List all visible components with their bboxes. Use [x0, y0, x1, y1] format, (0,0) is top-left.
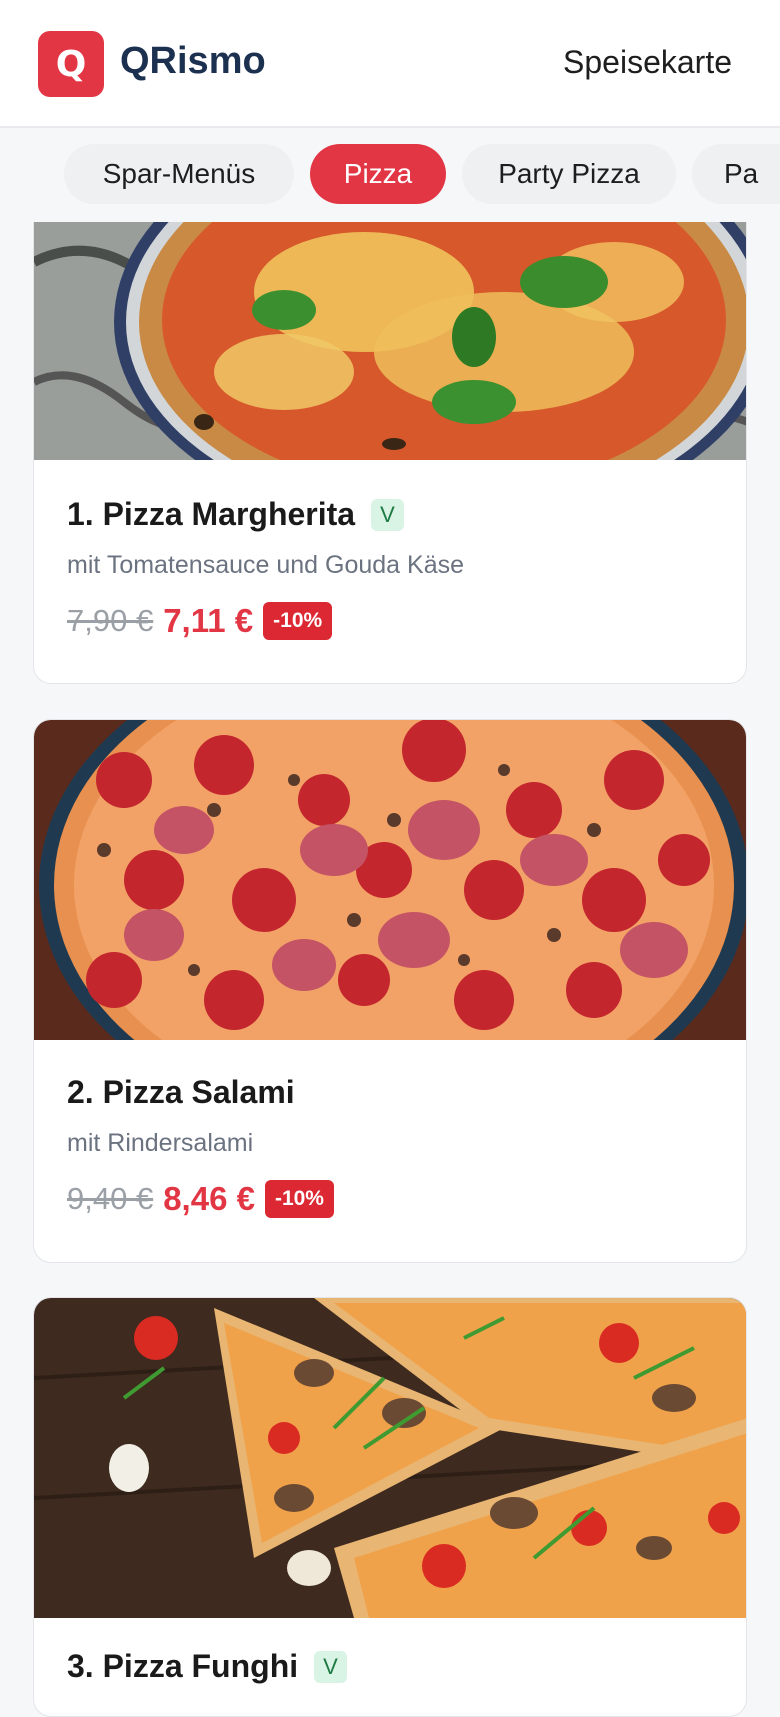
menu-nav-link[interactable]: Speisekarte — [563, 44, 732, 81]
discount-badge: -10% — [263, 602, 333, 640]
vegetarian-badge: V — [371, 498, 404, 531]
app-logo[interactable]: Q — [38, 31, 104, 97]
old-price: 7,90 € — [67, 603, 154, 638]
old-price: 9,40 € — [67, 1181, 154, 1216]
menu-item-card[interactable]: 1. Pizza Margherita V mit Tomatensauce u… — [33, 222, 747, 684]
pizza-margherita-image — [34, 222, 746, 460]
category-tabs[interactable]: Spar-Menüs Pizza Party Pizza Pa — [0, 128, 780, 222]
sale-price: 8,46 € — [163, 1180, 255, 1217]
item-description: mit Tomatensauce und Gouda Käse — [67, 551, 465, 579]
menu-item-card[interactable]: 3. Pizza Funghi V — [33, 1297, 747, 1717]
item-title: 2. Pizza Salami — [67, 1074, 295, 1110]
tab-party-pizza[interactable]: Party Pizza — [462, 144, 676, 204]
item-title: 1. Pizza Margherita — [67, 496, 356, 532]
tab-partial[interactable]: Pa — [692, 144, 780, 204]
item-details: 3. Pizza Funghi V — [67, 1648, 347, 1685]
pizza-funghi-image — [34, 1298, 746, 1618]
menu-item-card[interactable]: 2. Pizza Salami mit Rindersalami 9,40 € … — [33, 719, 747, 1263]
sale-price: 7,11 € — [163, 602, 254, 639]
discount-badge: -10% — [264, 1180, 334, 1218]
app-header: Q QRismo Speisekarte — [0, 0, 780, 128]
logo-letter: Q — [55, 43, 87, 85]
item-details: 2. Pizza Salami mit Rindersalami 9,40 € … — [67, 1074, 334, 1218]
price-row: 7,90 € 7,11 € -10% — [67, 602, 464, 640]
item-title: 3. Pizza Funghi — [67, 1648, 299, 1684]
tab-pizza[interactable]: Pizza — [310, 144, 446, 204]
pizza-salami-image — [34, 720, 746, 1040]
price-row: 9,40 € 8,46 € -10% — [67, 1180, 334, 1218]
brand-name[interactable]: QRismo — [120, 40, 266, 83]
vegetarian-badge: V — [314, 1650, 347, 1683]
item-details: 1. Pizza Margherita V mit Tomatensauce u… — [67, 496, 464, 640]
item-description: mit Rindersalami — [67, 1129, 254, 1157]
tab-spar-menus[interactable]: Spar-Menüs — [64, 144, 294, 204]
